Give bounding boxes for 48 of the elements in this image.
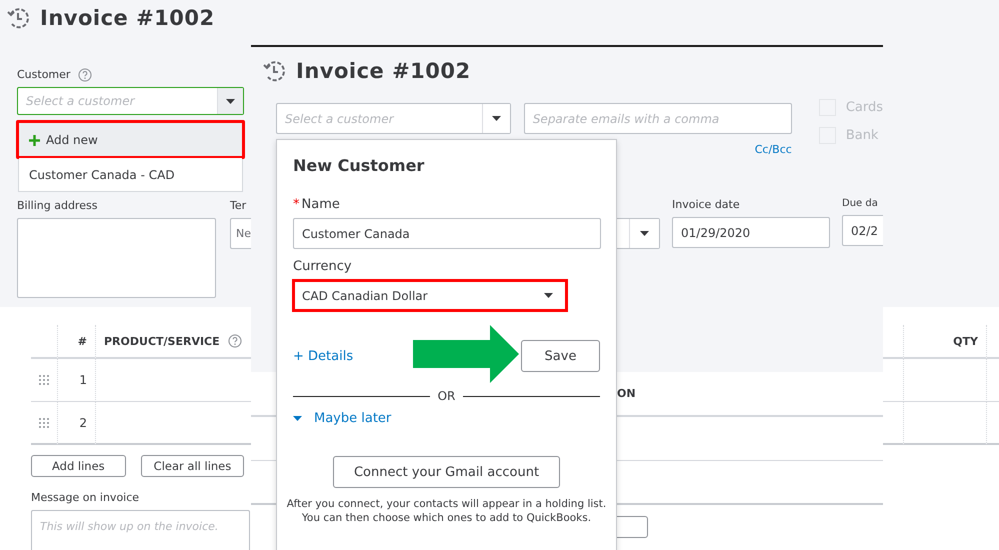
page-title: Invoice #1002 xyxy=(40,6,215,30)
required-mark: * xyxy=(293,197,300,212)
page-title: Invoice #1002 xyxy=(296,59,471,83)
caret-icon xyxy=(226,98,235,104)
table-button[interactable]: Clear all lines xyxy=(140,455,244,477)
name-field[interactable]: Customer Canada xyxy=(293,218,601,249)
field-label: Due da xyxy=(842,198,878,209)
info-text: After you connect, your contacts will appear in a holding list. You can then choose which ones to add to QuickBooks. xyxy=(286,497,608,525)
maybe-later-link[interactable]: Maybe later xyxy=(314,411,392,426)
column-header: QTY xyxy=(903,325,986,359)
terms-select[interactable]: Ne xyxy=(230,218,251,249)
caret-icon xyxy=(492,116,501,121)
checkbox-label: Bank xyxy=(846,128,878,143)
currency-select[interactable]: CAD Canadian Dollar xyxy=(292,279,568,312)
field-label: Message on invoice xyxy=(31,491,140,504)
drag-handle-icon[interactable] xyxy=(39,418,49,428)
field-label: Customer xyxy=(17,68,70,81)
separator-label: OR xyxy=(438,389,456,403)
field-label: Currency xyxy=(293,259,352,274)
column-header: # xyxy=(57,325,95,359)
table-button[interactable]: Add lines xyxy=(31,455,126,477)
field-label: Ter xyxy=(230,199,246,212)
row-number: 2 xyxy=(57,402,95,445)
caret-icon xyxy=(544,293,553,298)
help-icon xyxy=(228,334,242,348)
connect-gmail-button[interactable]: Connect your Gmail account xyxy=(332,456,560,488)
caret-icon xyxy=(293,416,302,421)
history-icon xyxy=(262,59,286,83)
field-label: Billing address xyxy=(17,199,98,212)
field-label: Name xyxy=(302,197,340,212)
billing-address-field[interactable] xyxy=(17,218,216,298)
caret-icon xyxy=(640,231,649,236)
due-date-field[interactable]: 02/2 xyxy=(842,215,883,246)
row-number: 1 xyxy=(57,359,95,402)
column-header: PRODUCT/SERVICE xyxy=(104,334,220,348)
dropdown-option[interactable]: Add new xyxy=(19,122,242,158)
save-button[interactable]: Save xyxy=(521,340,600,372)
column-header: ON xyxy=(617,387,636,400)
dialog-title: New Customer xyxy=(293,156,426,175)
cc-bcc-link[interactable]: Cc/Bcc xyxy=(754,143,792,156)
plus-icon xyxy=(29,134,40,146)
history-icon xyxy=(6,6,30,30)
field-label: Invoice date xyxy=(672,198,740,211)
help-icon xyxy=(78,68,92,82)
checkbox-label: Cards xyxy=(846,100,883,115)
invoice-date-field[interactable]: 01/29/2020 xyxy=(672,217,830,248)
drag-handle-icon[interactable] xyxy=(39,375,49,385)
details-link[interactable]: + Details xyxy=(293,348,354,364)
